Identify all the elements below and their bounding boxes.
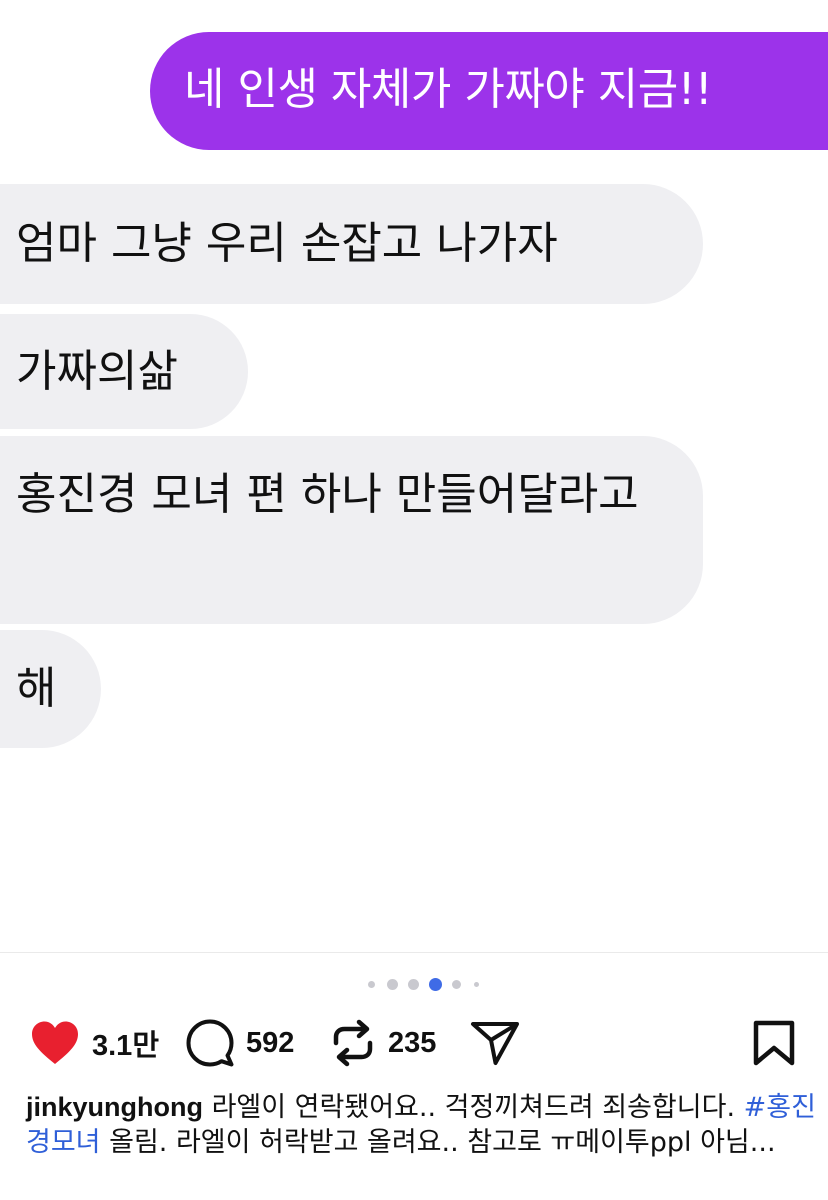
outgoing-message-bubble: 네 인생 자체가 가짜야 지금!! — [150, 32, 828, 150]
carousel-dot-active — [429, 978, 442, 991]
like-button[interactable]: 3.1만 — [30, 1012, 159, 1074]
comment-bubble-icon — [186, 1019, 234, 1067]
carousel-dot — [408, 979, 419, 990]
caption-username[interactable]: jinkyunghong — [26, 1092, 203, 1122]
save-button[interactable] — [752, 1012, 796, 1074]
post-caption: jinkyunghong 라엘이 연락됐어요.. 걱정끼쳐드려 죄송합니다. #… — [26, 1090, 816, 1160]
incoming-message-bubble: 해 — [0, 630, 101, 748]
comment-button[interactable]: 592 — [186, 1012, 294, 1074]
repost-count: 235 — [388, 1026, 437, 1059]
like-count: 3.1만 — [92, 1030, 159, 1062]
incoming-message-bubble: 홍진경 모녀 편 하나 만들어달라고 — [0, 436, 703, 624]
incoming-message-bubble: 엄마 그냥 우리 손잡고 나가자 — [0, 184, 703, 304]
carousel-dot — [387, 979, 398, 990]
comment-count: 592 — [246, 1026, 295, 1059]
heart-filled-icon — [30, 1020, 80, 1066]
send-icon — [470, 1020, 520, 1066]
caption-text: 라엘이 연락됐어요.. 걱정끼쳐드려 죄송합니다. — [202, 1092, 744, 1123]
divider — [0, 952, 828, 953]
outgoing-message-text: 네 인생 자체가 가짜야 지금!! — [184, 64, 713, 115]
post-action-bar: 3.1만 592 235 — [0, 1012, 828, 1074]
carousel-indicator — [0, 978, 828, 991]
chat-screenshot-image[interactable]: 네 인생 자체가 가짜야 지금!! 엄마 그냥 우리 손잡고 나가자 가짜의삶 … — [0, 0, 828, 952]
incoming-message-text: 가짜의삶 — [16, 346, 178, 397]
carousel-dot — [474, 982, 479, 987]
incoming-message-text: 엄마 그냥 우리 손잡고 나가자 — [16, 218, 558, 269]
share-button[interactable] — [470, 1012, 520, 1074]
caption-text: 올림. 라엘이 허락받고 올려요.. 참고로 ㅠ메이투ppl 아님... — [100, 1127, 776, 1158]
carousel-dot — [368, 981, 375, 988]
incoming-message-text: 해 — [16, 663, 57, 714]
repost-button[interactable]: 235 — [330, 1012, 436, 1074]
incoming-message-text: 홍진경 모녀 편 하나 만들어달라고 — [16, 469, 639, 520]
repost-icon — [330, 1019, 376, 1067]
post-view: 네 인생 자체가 가짜야 지금!! 엄마 그냥 우리 손잡고 나가자 가짜의삶 … — [0, 0, 828, 1200]
bookmark-icon — [752, 1020, 796, 1066]
incoming-message-bubble: 가짜의삶 — [0, 314, 248, 429]
carousel-dot — [452, 980, 461, 989]
